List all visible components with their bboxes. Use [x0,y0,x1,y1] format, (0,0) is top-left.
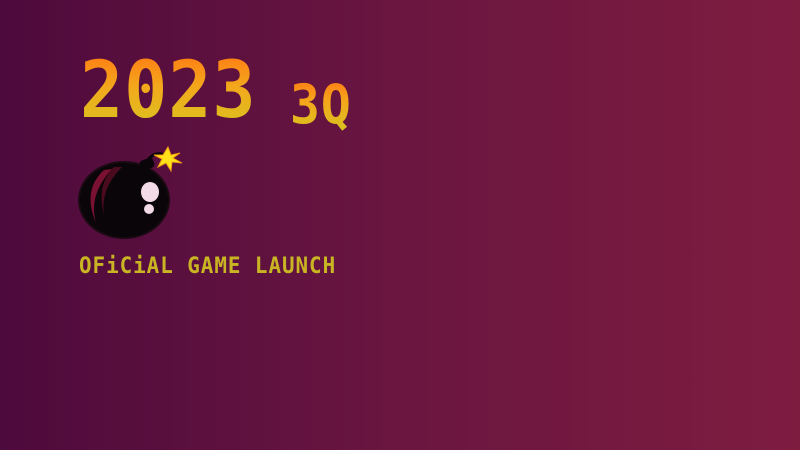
year-title: 2023 [80,46,257,136]
quarter-title: 3Q [290,73,352,136]
launch-subtitle: OFiCiAL GAME LAUNCH [79,254,337,279]
bomb-icon [78,145,183,239]
